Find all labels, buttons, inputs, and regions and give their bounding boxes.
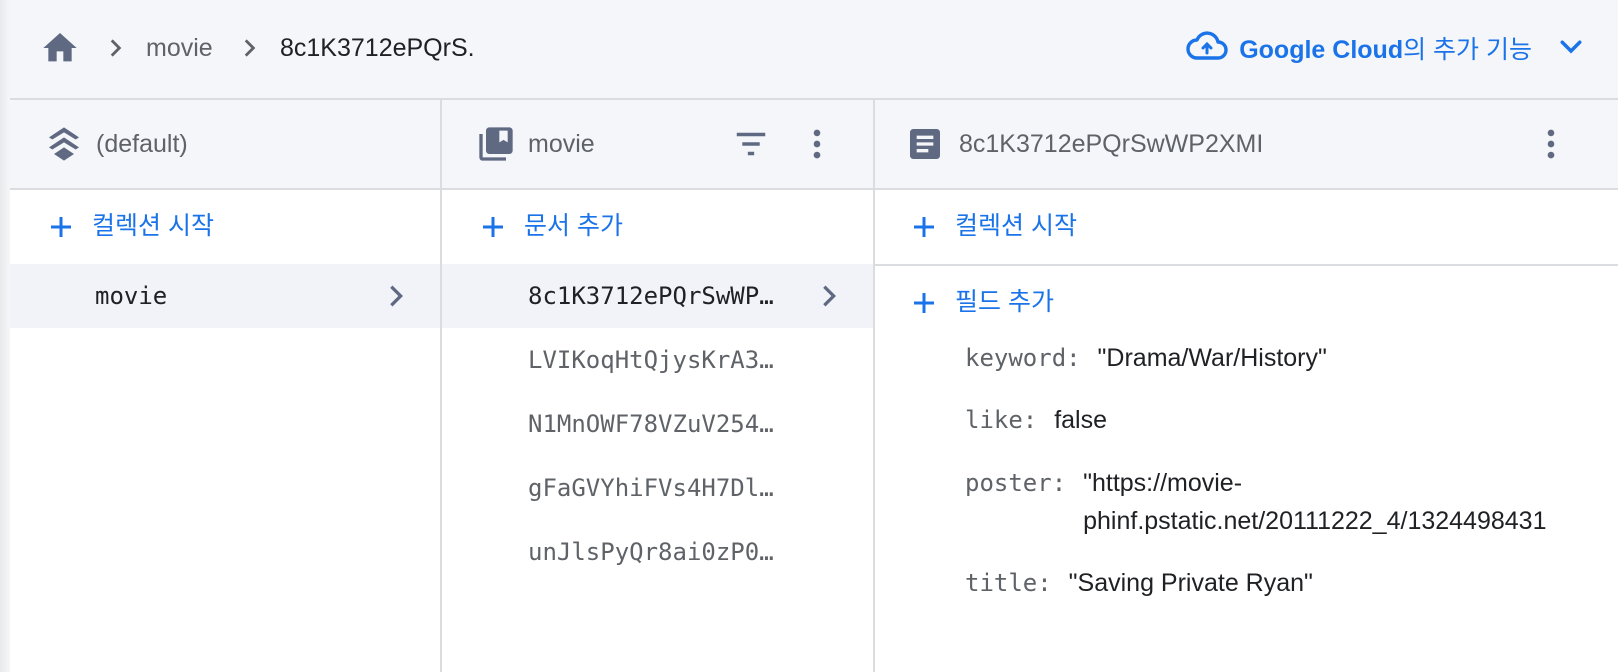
- add-document-button[interactable]: 문서 추가: [442, 190, 873, 264]
- document-icon: [905, 124, 945, 164]
- document-panel: 8c1K3712ePQrSwWP2XMI 컬렉션 시작 필드 추가 keywor…: [875, 100, 1618, 672]
- collection-panel-header: movie: [442, 100, 873, 190]
- collection-panel: movie 문서 추가 8c1K3712ePQrSwWP… LVIKoqHtQj…: [442, 100, 875, 672]
- root-panel-title: (default): [96, 130, 188, 158]
- collection-item-movie[interactable]: movie: [10, 264, 440, 328]
- field-row-poster[interactable]: poster: "https://movie- phinf.pstatic.ne…: [965, 464, 1618, 540]
- breadcrumb-document[interactable]: 8c1K3712ePQrS.: [280, 0, 475, 96]
- field-row-keyword[interactable]: keyword: "Drama/War/History": [965, 339, 1327, 377]
- field-key: keyword:: [965, 344, 1081, 372]
- start-collection-label: 컬렉션 시작: [92, 212, 214, 240]
- field-value: "Drama/War/History": [1097, 344, 1327, 372]
- document-item-label: 8c1K3712ePQrSwWP…: [528, 282, 774, 310]
- collection-panel-title: movie: [528, 130, 595, 158]
- breadcrumb-movie[interactable]: movie: [146, 0, 213, 96]
- field-key: title:: [965, 569, 1052, 597]
- more-vert-icon[interactable]: [798, 125, 836, 168]
- breadcrumb-separator-icon: [102, 0, 128, 96]
- collection-item-label: movie: [95, 282, 168, 310]
- plus-icon: [46, 212, 76, 242]
- add-document-label: 문서 추가: [524, 212, 623, 240]
- document-item[interactable]: gFaGVYhiFVs4H7Dl…: [442, 456, 873, 520]
- document-item[interactable]: unJlsPyQr8ai0zP0…: [442, 520, 873, 584]
- more-vert-icon[interactable]: [1532, 125, 1570, 168]
- home-icon[interactable]: [40, 0, 80, 96]
- add-field-button[interactable]: 필드 추가: [875, 266, 1618, 340]
- left-edge: [0, 0, 10, 672]
- database-layers-icon: [44, 124, 84, 164]
- field-key: poster:: [965, 469, 1067, 497]
- start-subcollection-button[interactable]: 컬렉션 시작: [875, 190, 1618, 266]
- root-panel-header: (default): [10, 100, 440, 190]
- document-item-label: N1MnOWF78VZuV254…: [528, 410, 774, 438]
- chevron-right-icon: [815, 282, 843, 310]
- start-subcollection-label: 컬렉션 시작: [955, 212, 1077, 240]
- document-panel-title: 8c1K3712ePQrSwWP2XMI: [959, 130, 1264, 158]
- document-item[interactable]: N1MnOWF78VZuV254…: [442, 392, 873, 456]
- plus-icon: [478, 212, 508, 242]
- chevron-down-icon[interactable]: [1556, 31, 1586, 66]
- field-value: "Saving Private Ryan": [1068, 569, 1313, 597]
- cloud-icon: [1185, 30, 1229, 67]
- collection-icon: [476, 124, 516, 164]
- document-item[interactable]: LVIKoqHtQjysKrA3…: [442, 328, 873, 392]
- field-row-title[interactable]: title: "Saving Private Ryan": [965, 564, 1313, 602]
- document-panel-header: 8c1K3712ePQrSwWP2XMI: [875, 100, 1618, 190]
- google-cloud-extras-link[interactable]: Google Cloud의 추가 기능: [1185, 0, 1586, 96]
- document-item-label: LVIKoqHtQjysKrA3…: [528, 346, 774, 374]
- field-value: "https://movie- phinf.pstatic.net/201112…: [1083, 469, 1547, 535]
- breadcrumb-separator-icon: [236, 0, 262, 96]
- top-bar: movie 8c1K3712ePQrS. Google Cloud의 추가 기능: [10, 0, 1618, 100]
- add-field-label: 필드 추가: [955, 288, 1054, 316]
- plus-icon: [909, 212, 939, 242]
- google-cloud-extras-label: Google Cloud의 추가 기능: [1239, 36, 1532, 64]
- document-item-label: gFaGVYhiFVs4H7Dl…: [528, 474, 774, 502]
- document-item-label: unJlsPyQr8ai0zP0…: [528, 538, 774, 566]
- start-collection-button[interactable]: 컬렉션 시작: [10, 190, 440, 264]
- root-panel: (default) 컬렉션 시작 movie: [10, 100, 442, 672]
- chevron-right-icon: [382, 282, 410, 310]
- field-row-like[interactable]: like: false: [965, 401, 1107, 439]
- field-key: like:: [965, 406, 1038, 434]
- plus-icon: [909, 288, 939, 318]
- document-item[interactable]: 8c1K3712ePQrSwWP…: [442, 264, 873, 328]
- filter-icon[interactable]: [732, 125, 770, 168]
- field-value: false: [1054, 406, 1108, 434]
